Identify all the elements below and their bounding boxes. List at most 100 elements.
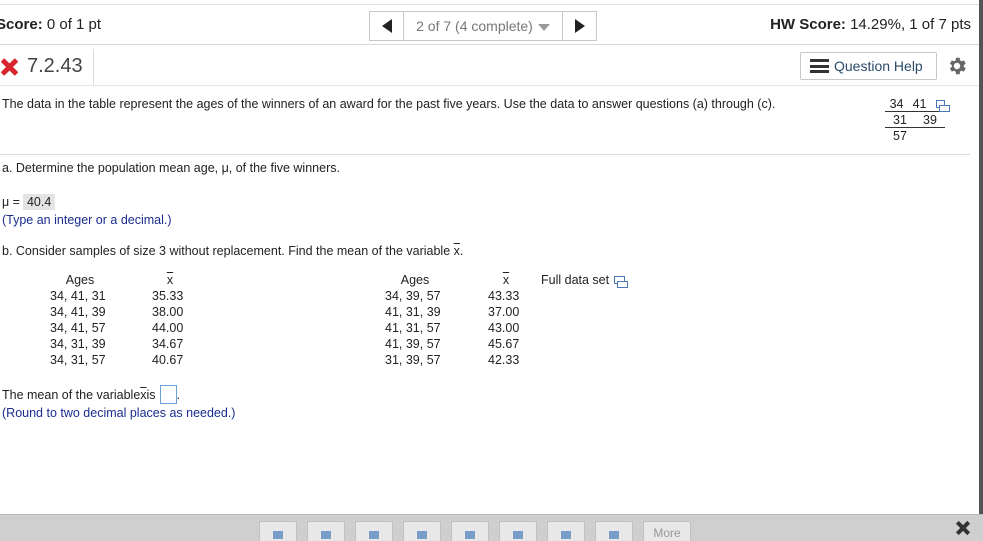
data-row: 31 39: [885, 112, 945, 128]
question-help-label: Question Help: [834, 58, 923, 74]
exponent-icon: [369, 531, 379, 539]
table-cell: 34, 41, 39: [50, 305, 106, 319]
arrow-left-icon: [381, 19, 392, 33]
gear-icon[interactable]: [946, 55, 968, 77]
question-id-box: 7.2.43: [0, 49, 94, 85]
xbar-header: x: [502, 273, 510, 287]
fraction-icon: [273, 531, 283, 539]
table-cell: 34, 31, 39: [50, 337, 106, 351]
progress-label: 2 of 7 (4 complete): [416, 18, 533, 34]
table-cell: 34, 39, 57: [385, 289, 441, 303]
mean-answer-input[interactable]: [159, 385, 177, 404]
data-cell: 39: [923, 112, 937, 127]
data-cell: 57: [893, 129, 907, 143]
part-a-hint: (Type an integer or a decimal.): [2, 213, 172, 227]
mixed-number-icon: [321, 531, 331, 539]
table-cell: 43.00: [488, 321, 520, 335]
incorrect-x-icon: [0, 56, 20, 78]
part-b-hint: (Round to two decimal places as needed.): [2, 406, 236, 420]
table-cell: 41, 31, 39: [385, 305, 441, 319]
data-table: 34 41 31 39 57: [885, 96, 970, 144]
xbar-column-left: x 35.33 38.00 44.00 34.67 40.67: [152, 273, 188, 369]
decimal-icon: [561, 531, 571, 539]
copy-data-icon: [614, 276, 629, 288]
score-value: 0 of 1 pt: [46, 16, 102, 33]
part-b-prompt: b. Consider samples of size 3 without re…: [2, 244, 463, 258]
more-label: More: [653, 526, 681, 540]
part-a-prompt: a. Determine the population mean age, μ,…: [2, 161, 340, 175]
data-cell: 41: [912, 96, 927, 111]
table-cell: 35.33: [152, 289, 184, 303]
table-cell: 41, 31, 57: [385, 321, 441, 335]
mean-mid: is: [146, 387, 156, 402]
table-cell: 42.33: [488, 353, 520, 367]
table-cell: 43.33: [488, 289, 520, 303]
list-icon: [810, 59, 829, 73]
absolute-value-icon: [417, 531, 427, 539]
section-divider: [0, 154, 970, 155]
scrollbar-edge: [979, 0, 983, 515]
exponent-tool[interactable]: [355, 521, 393, 541]
question-id: 7.2.43: [27, 55, 83, 77]
score-label: Score:: [0, 16, 43, 33]
question-progress-dropdown[interactable]: 2 of 7 (4 complete): [404, 11, 562, 41]
absolute-value-tool[interactable]: [403, 521, 441, 541]
table-cell: 34, 41, 31: [50, 289, 106, 303]
mu-label: μ =: [2, 195, 20, 209]
mixed-number-tool[interactable]: [307, 521, 345, 541]
nth-root-tool[interactable]: [499, 521, 537, 541]
hw-score-value: 14.29%, 1 of 7 pts: [850, 16, 971, 33]
nth-root-icon: [513, 531, 523, 539]
chevron-down-icon: [537, 23, 550, 31]
decimal-tool[interactable]: [547, 521, 585, 541]
table-cell: 41, 39, 57: [385, 337, 441, 351]
mean-prefix: The mean of the variable: [2, 387, 141, 402]
question-header: 7.2.43 Question Help: [0, 45, 979, 86]
table-cell: 37.00: [488, 305, 520, 319]
square-root-icon: [465, 531, 475, 539]
ages-column-right: Ages 34, 39, 57 41, 31, 39 41, 31, 57 41…: [385, 273, 445, 369]
top-divider: [0, 4, 983, 5]
math-toolbar: More: [0, 514, 983, 541]
table-cell: 34, 31, 57: [50, 353, 106, 367]
top-bar: Score: 0 of 1 pt 2 of 7 (4 complete) HW …: [0, 0, 983, 45]
table-cell: 38.00: [152, 305, 184, 319]
previous-question-button[interactable]: [369, 11, 404, 41]
hw-score: HW Score: 14.29%, 1 of 7 pts: [770, 16, 971, 33]
ages-header: Ages: [400, 273, 430, 287]
square-root-tool[interactable]: [451, 521, 489, 541]
table-cell: 31, 39, 57: [385, 353, 441, 367]
question-intro: The data in the table represent the ages…: [2, 97, 776, 111]
table-cell: 34.67: [152, 337, 184, 351]
copy-data-icon[interactable]: [936, 99, 950, 112]
xbar-header: x: [166, 273, 174, 287]
parentheses-tool[interactable]: [595, 521, 633, 541]
question-score: Score: 0 of 1 pt: [0, 16, 101, 33]
ages-column-left: Ages 34, 41, 31 34, 41, 39 34, 41, 57 34…: [50, 273, 110, 369]
table-cell: 45.67: [488, 337, 520, 351]
question-help-button[interactable]: Question Help: [800, 52, 937, 80]
table-cell: 44.00: [152, 321, 184, 335]
full-data-label: Full data set: [541, 273, 610, 287]
part-a-answer: μ = 40.4: [2, 194, 56, 210]
data-cell: 31: [893, 112, 907, 127]
table-cell: 40.67: [152, 353, 184, 367]
mean-answer-line: The mean of the variable x is .: [2, 385, 180, 404]
question-navigator: 2 of 7 (4 complete): [369, 11, 597, 41]
data-cell: 34: [889, 96, 904, 111]
hw-score-label: HW Score:: [770, 16, 846, 33]
table-cell: 34, 41, 57: [50, 321, 106, 335]
part-b-suffix: .: [459, 244, 464, 258]
next-question-button[interactable]: [562, 11, 597, 41]
xbar-column-right: x 43.33 37.00 43.00 45.67 42.33: [488, 273, 524, 369]
close-icon[interactable]: [955, 520, 971, 536]
mu-answer-field[interactable]: 40.4: [22, 194, 56, 210]
arrow-right-icon: [574, 19, 585, 33]
full-data-set-link[interactable]: Full data set: [541, 273, 629, 288]
mean-suffix: .: [176, 387, 181, 402]
data-row: 57: [885, 128, 970, 144]
ages-header: Ages: [65, 273, 95, 287]
part-b-text: b. Consider samples of size 3 without re…: [2, 244, 454, 258]
fraction-tool[interactable]: [259, 521, 297, 541]
more-tools-button[interactable]: More: [643, 521, 691, 541]
